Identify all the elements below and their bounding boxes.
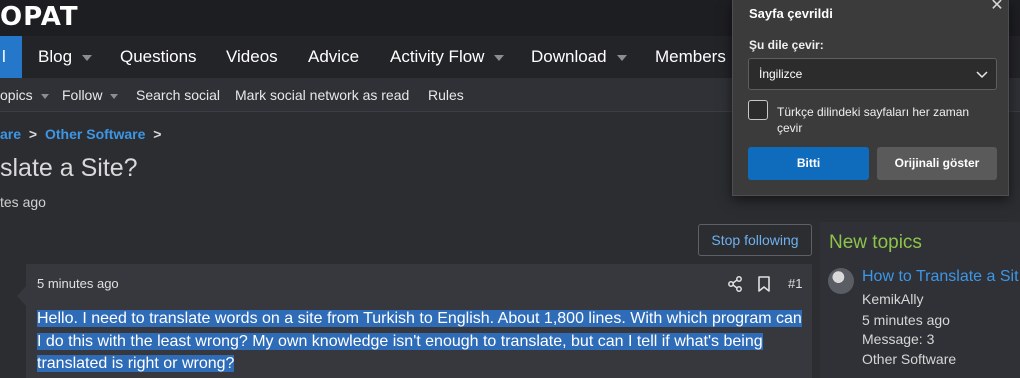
- chevron-down-icon[interactable]: [40, 93, 49, 99]
- nav-item-label: Videos: [226, 47, 278, 66]
- done-button[interactable]: Bitti: [748, 147, 869, 180]
- post-gutter: [0, 264, 26, 378]
- nav-item-download[interactable]: Download: [531, 36, 627, 78]
- breadcrumb-separator: >: [153, 126, 162, 142]
- stop-following-button[interactable]: Stop following: [698, 224, 812, 256]
- subnav-item-label: Rules: [428, 87, 464, 103]
- bookmark-icon[interactable]: [757, 276, 771, 292]
- nav-item-members[interactable]: Members: [655, 36, 726, 78]
- nav-item-label: Advice: [308, 47, 360, 66]
- subnav-item-label: Follow: [62, 87, 103, 103]
- breadcrumb: are > Other Software >: [0, 126, 165, 142]
- nav-item-active[interactable]: l: [0, 36, 22, 78]
- thread-meta: tes ago: [0, 194, 46, 210]
- share-icon[interactable]: [728, 276, 742, 292]
- sidebar-title: New topics: [829, 232, 922, 253]
- always-translate-label: Türkçe dilindeki sayfaları her zaman çev…: [777, 105, 970, 135]
- nav-item-questions[interactable]: Questions: [120, 36, 197, 78]
- subnav-item-label: opics: [0, 87, 33, 103]
- subnav-item-rules[interactable]: Rules: [428, 78, 464, 112]
- sidebar-topic-messages: Message: 3: [862, 331, 935, 347]
- subnav-item-follow[interactable]: Follow: [62, 78, 119, 112]
- sidebar-topic-author[interactable]: KemikAlly: [862, 291, 923, 307]
- breadcrumb-separator: >: [28, 126, 38, 142]
- site-logo[interactable]: OPAT: [0, 2, 79, 32]
- post-number[interactable]: #1: [788, 276, 802, 291]
- sidebar-topic-time: 5 minutes ago: [862, 312, 950, 328]
- nav-item-blog[interactable]: Blog: [38, 36, 93, 78]
- nav-item-label: Blog: [38, 47, 73, 66]
- chevron-down-icon[interactable]: [82, 54, 93, 61]
- chevron-down-icon[interactable]: [494, 54, 505, 61]
- chevron-down-icon[interactable]: [110, 93, 119, 99]
- sidebar-topic-forum[interactable]: Other Software: [862, 351, 956, 367]
- sidebar-topic-link[interactable]: How to Translate a Sit: [862, 268, 1019, 286]
- language-label: Şu dile çevir:: [749, 38, 824, 52]
- popup-title: Sayfa çevrildi: [749, 6, 833, 21]
- nav-item-label: Members: [655, 47, 726, 66]
- close-icon[interactable]: ✕: [987, 0, 1007, 16]
- subnav-item-search-social[interactable]: Search social: [136, 78, 220, 112]
- post-body: Hello. I need to translate words on a si…: [37, 308, 807, 376]
- nav-item-advice[interactable]: Advice: [308, 36, 359, 78]
- nav-item-label: Download: [531, 47, 607, 66]
- post-pointer: [17, 286, 26, 306]
- always-translate-checkbox[interactable]: [748, 100, 768, 120]
- post-body-text: Hello. I need to translate words on a si…: [37, 310, 802, 372]
- subnav-item-label: Mark social network as read: [235, 87, 410, 103]
- chevron-down-icon[interactable]: [616, 54, 627, 61]
- subnav-item-topics[interactable]: opics: [0, 78, 49, 112]
- avatar[interactable]: [828, 268, 854, 294]
- nav-item-label: l: [2, 47, 6, 66]
- breadcrumb-item-prev[interactable]: are: [0, 126, 21, 142]
- post-timestamp[interactable]: 5 minutes ago: [37, 276, 119, 291]
- page-title: slate a Site?: [0, 154, 138, 182]
- translate-popup: Sayfa çevrildi ✕ Şu dile çevir: İngilizc…: [732, 0, 1009, 196]
- nav-item-videos[interactable]: Videos: [226, 36, 278, 78]
- nav-item-label: Questions: [120, 47, 197, 66]
- nav-item-activity-flow[interactable]: Activity Flow: [390, 36, 505, 78]
- show-original-button[interactable]: Orijinali göster: [877, 147, 997, 180]
- breadcrumb-item-current[interactable]: Other Software: [45, 126, 145, 142]
- language-select-value: İngilizce: [759, 67, 803, 81]
- subnav-item-mark-read[interactable]: Mark social network as read: [235, 78, 409, 112]
- nav-item-label: Activity Flow: [390, 47, 485, 66]
- subnav-item-label: Search social: [136, 87, 221, 103]
- language-select[interactable]: İngilizce: [748, 58, 997, 90]
- chevron-down-icon: [975, 67, 989, 81]
